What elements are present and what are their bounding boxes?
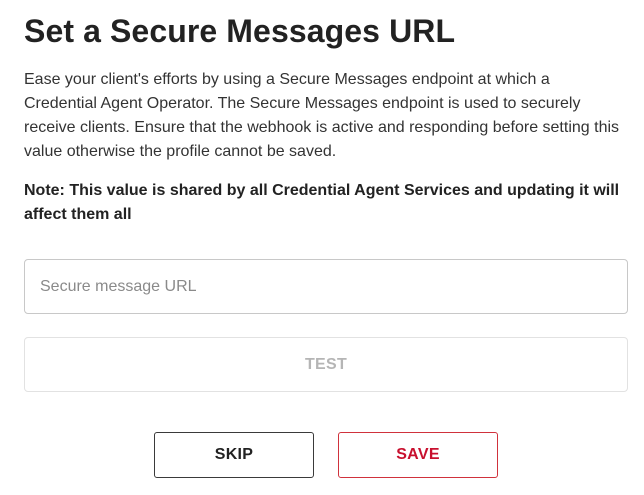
secure-message-url-input[interactable] bbox=[24, 259, 628, 314]
skip-button[interactable]: SKIP bbox=[154, 432, 314, 478]
test-button[interactable]: TEST bbox=[24, 337, 628, 392]
dialog-description: Ease your client's efforts by using a Se… bbox=[24, 71, 620, 160]
save-button[interactable]: SAVE bbox=[338, 432, 498, 478]
dialog-title: Set a Secure Messages URL bbox=[24, 13, 456, 49]
dialog-note: Note: This value is shared by all Creden… bbox=[24, 182, 620, 223]
secure-messages-url-dialog: Set a Secure Messages URL Ease your clie… bbox=[0, 0, 644, 495]
